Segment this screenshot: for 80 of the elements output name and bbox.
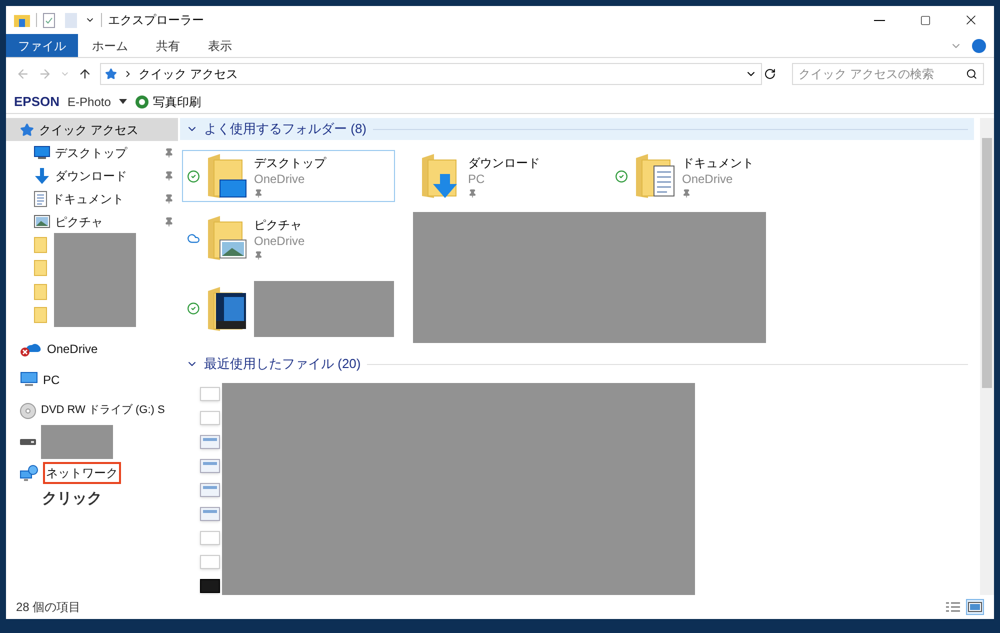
folder-tile[interactable]: デスクトップ OneDrive bbox=[182, 150, 395, 202]
scrollbar[interactable] bbox=[980, 118, 994, 595]
print-button[interactable]: 写真印刷 bbox=[134, 92, 201, 110]
folder-location: OneDrive bbox=[254, 232, 305, 248]
folder-icon bbox=[34, 236, 47, 253]
star-icon bbox=[20, 122, 34, 136]
file-thumbnail bbox=[200, 387, 220, 401]
folder-icon bbox=[34, 307, 47, 324]
computer-icon bbox=[20, 372, 38, 387]
monitor-icon bbox=[34, 146, 50, 159]
caret-icon[interactable] bbox=[118, 99, 127, 104]
sidebar-item[interactable]: ネットワーク bbox=[6, 457, 178, 488]
sidebar-item[interactable]: OneDrive bbox=[6, 333, 178, 364]
file-thumbnail bbox=[200, 483, 220, 497]
folder-tile[interactable]: ピクチャ OneDrive bbox=[182, 212, 395, 264]
properties-icon bbox=[43, 12, 55, 28]
desktop-folder-icon bbox=[206, 152, 248, 200]
refresh-icon[interactable] bbox=[764, 68, 776, 80]
folder-name: ドキュメント bbox=[682, 154, 754, 170]
address-path: クイック アクセス bbox=[138, 66, 238, 83]
pin-icon bbox=[254, 250, 263, 260]
document-folder-icon bbox=[634, 152, 676, 200]
up-icon[interactable] bbox=[78, 67, 92, 81]
folder-name: ピクチャ bbox=[254, 216, 303, 232]
pictures-folder-icon bbox=[206, 214, 248, 262]
address-bar[interactable]: クイック アクセス bbox=[100, 63, 762, 85]
new-folder-icon bbox=[65, 12, 77, 28]
network-icon bbox=[20, 464, 38, 480]
search-field[interactable]: クイック アクセスの検索 bbox=[792, 63, 984, 85]
help-icon[interactable] bbox=[972, 38, 986, 52]
file-thumbnail bbox=[200, 507, 220, 521]
file-thumbnail bbox=[200, 579, 220, 593]
folder-icon bbox=[34, 260, 47, 276]
screenshot-folder-icon bbox=[206, 284, 248, 332]
folder-tile[interactable]: ドキュメント OneDrive bbox=[610, 150, 823, 202]
folder-icon bbox=[34, 284, 47, 300]
folder-name: デスクトップ bbox=[254, 154, 326, 170]
folder-icon bbox=[14, 13, 30, 27]
sidebar-item[interactable]: ドキュメント bbox=[6, 187, 178, 210]
redacted-block bbox=[41, 424, 113, 458]
ribbon-tab[interactable]: 表示 bbox=[194, 34, 246, 57]
maximize-icon bbox=[920, 14, 930, 26]
sidebar-item[interactable]: ピクチャ bbox=[6, 210, 178, 233]
ribbon-tab[interactable]: ファイル bbox=[6, 34, 78, 57]
document-icon bbox=[34, 190, 47, 206]
sidebar-item[interactable]: クイック アクセス bbox=[6, 118, 178, 141]
file-thumbnail bbox=[200, 435, 220, 449]
printer-icon bbox=[134, 94, 149, 108]
group-header[interactable]: よく使用するフォルダー (8) bbox=[180, 118, 974, 140]
ribbon-tab[interactable]: ホーム bbox=[78, 34, 142, 57]
annotation-label: クリック bbox=[41, 489, 103, 509]
large-icons-view-button[interactable] bbox=[966, 599, 984, 615]
picture-icon bbox=[34, 215, 50, 228]
sidebar-item[interactable]: DVD RW ドライブ (G:) S bbox=[6, 395, 178, 426]
pin-icon bbox=[468, 188, 477, 198]
drive-icon bbox=[20, 438, 36, 444]
star-icon bbox=[104, 68, 117, 80]
sidebar-item[interactable]: デスクトップ bbox=[6, 141, 178, 164]
sidebar-item[interactable]: ダウンロード bbox=[6, 164, 178, 187]
folder-location: PC bbox=[468, 170, 486, 186]
item-count: 28 個の項目 bbox=[16, 599, 81, 616]
group-header[interactable]: 最近使用したファイル (20) bbox=[180, 353, 974, 375]
file-thumbnail bbox=[200, 555, 220, 569]
down-arrow-icon bbox=[34, 168, 50, 184]
ribbon-tab[interactable]: 共有 bbox=[142, 34, 194, 57]
window-title: エクスプローラー bbox=[108, 12, 204, 29]
pin-icon bbox=[682, 188, 691, 198]
pin-icon bbox=[254, 188, 263, 198]
brand-logo: EPSON bbox=[14, 92, 60, 111]
folder-location: OneDrive bbox=[682, 170, 734, 186]
disc-icon bbox=[20, 402, 36, 418]
file-thumbnail bbox=[200, 411, 220, 425]
file-thumbnail bbox=[200, 531, 220, 545]
file-thumbnail bbox=[200, 459, 220, 473]
folder-tile[interactable]: ダウンロード PC bbox=[396, 150, 609, 202]
folder-name: ダウンロード bbox=[468, 154, 540, 170]
app-name: E-Photo bbox=[68, 94, 111, 110]
folder-location: OneDrive bbox=[254, 170, 306, 186]
search-icon bbox=[966, 68, 977, 80]
sidebar-item[interactable]: PC bbox=[6, 364, 178, 395]
